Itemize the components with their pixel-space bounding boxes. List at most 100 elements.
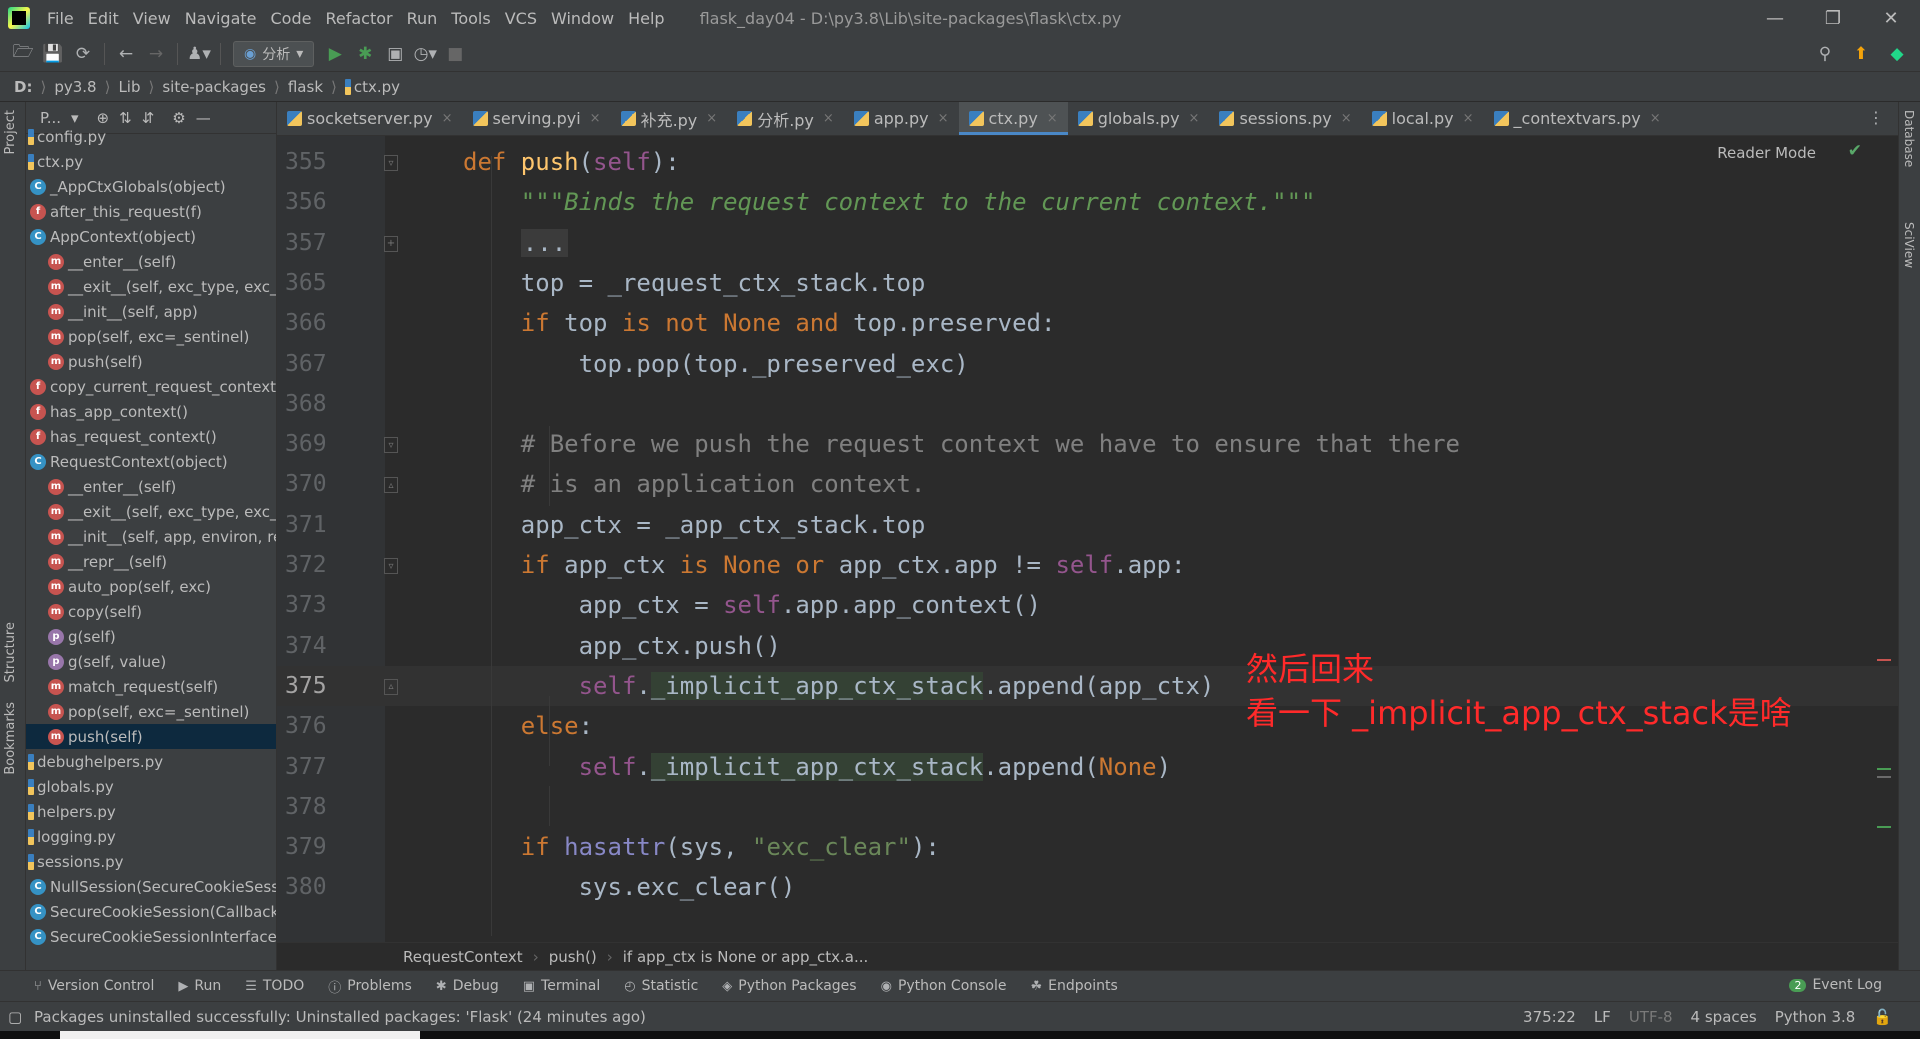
toolwindow-debug[interactable]: ✱ Debug	[436, 978, 499, 994]
tree-structure-item[interactable]: m pop(self, exc=_sentinel)	[26, 324, 276, 349]
sciview-tool-button[interactable]: SciView	[1902, 222, 1916, 268]
status-panel-icon[interactable]: ▢	[8, 1008, 22, 1026]
toolwindow-run[interactable]: ▶ Run	[178, 978, 221, 994]
tree-structure-item[interactable]: m push(self)	[26, 349, 276, 374]
menu-navigate[interactable]: Navigate	[178, 9, 264, 28]
tab----py[interactable]: 分析.py ×	[727, 102, 844, 135]
close-tab-icon[interactable]: ×	[706, 111, 717, 126]
update-icon[interactable]: ⬆	[1846, 40, 1876, 68]
fold-marker-icon[interactable]: ▿	[384, 558, 398, 574]
editor-breadcrumb-item[interactable]: if app_ctx is None or app_ctx.a...	[623, 948, 869, 966]
run-configuration-select[interactable]: ◉ 分析 ▾	[233, 40, 315, 67]
editor-breadcrumb-item[interactable]: RequestContext	[403, 948, 523, 966]
database-tool-button[interactable]: Database	[1902, 110, 1916, 167]
search-everywhere-icon[interactable]: ⚲	[1810, 40, 1840, 68]
open-folder-icon[interactable]: 🗁	[8, 40, 38, 68]
vcs-user-icon[interactable]: ♟▾	[184, 40, 214, 68]
tab-globals-py[interactable]: globals.py ×	[1068, 102, 1210, 135]
tab-app-py[interactable]: app.py ×	[844, 102, 959, 135]
breadcrumb-item[interactable]: Lib	[118, 78, 140, 96]
tree-structure-item[interactable]: m __repr__(self)	[26, 549, 276, 574]
tree-structure-item[interactable]: C NullSession(SecureCookieSess	[26, 874, 276, 899]
run-with-coverage-icon[interactable]: ▣	[380, 40, 410, 68]
tree-file-item[interactable]: ctx.py	[26, 149, 276, 174]
tree-structure-item[interactable]: m push(self)	[26, 724, 276, 749]
bookmarks-tool-button[interactable]: Bookmarks	[3, 702, 18, 775]
menu-edit[interactable]: Edit	[81, 9, 126, 28]
code-editor[interactable]: Reader Mode ✔ 354355▿def push(self):356 …	[277, 136, 1898, 942]
fold-marker-icon[interactable]: +	[384, 235, 398, 252]
tree-file-item[interactable]: helpers.py	[26, 799, 276, 824]
forward-icon[interactable]: →	[141, 40, 171, 68]
tree-structure-item[interactable]: f has_app_context()	[26, 399, 276, 424]
debug-icon[interactable]: ✱	[350, 40, 380, 68]
menu-window[interactable]: Window	[544, 9, 621, 28]
scrollbar-marker[interactable]	[1877, 776, 1891, 778]
more-tabs-icon[interactable]: ⋮	[1868, 108, 1884, 127]
close-tab-icon[interactable]: ×	[1341, 111, 1352, 126]
tab-local-py[interactable]: local.py ×	[1362, 102, 1484, 135]
menu-tools[interactable]: Tools	[444, 9, 497, 28]
jetbrains-toolbox-icon[interactable]: ◆	[1882, 40, 1912, 68]
toolwindow-todo[interactable]: ☰ TODO	[245, 978, 304, 994]
breadcrumb-item[interactable]: D:	[14, 78, 32, 96]
python-interpreter[interactable]: Python 3.8	[1775, 1008, 1856, 1026]
menu-file[interactable]: File	[40, 9, 81, 28]
fold-marker-icon[interactable]: ▵	[384, 678, 398, 695]
sync-icon[interactable]: ⟳	[68, 40, 98, 68]
breadcrumb-item[interactable]: py3.8	[54, 78, 96, 96]
editor-breadcrumb-item[interactable]: push()	[549, 948, 597, 966]
profile-icon[interactable]: ◷▾	[410, 40, 440, 68]
run-icon[interactable]: ▶	[320, 40, 350, 68]
menu-help[interactable]: Help	[621, 9, 671, 28]
tree-structure-item[interactable]: p g(self, value)	[26, 649, 276, 674]
tree-structure-item[interactable]: C SecureCookieSessionInterface	[26, 924, 276, 949]
indent-setting[interactable]: 4 spaces	[1691, 1008, 1757, 1026]
tree-structure-item[interactable]: m match_request(self)	[26, 674, 276, 699]
tree-file-item[interactable]: logging.py	[26, 824, 276, 849]
tree-file-item[interactable]: globals.py	[26, 774, 276, 799]
close-tab-icon[interactable]: ×	[590, 111, 601, 126]
tree-structure-item[interactable]: m __init__(self, app, environ, re	[26, 524, 276, 549]
tree-structure-item[interactable]: m __exit__(self, exc_type, exc_	[26, 274, 276, 299]
toolwindow-python-console[interactable]: ◉ Python Console	[881, 978, 1007, 994]
breadcrumb-item[interactable]: flask	[288, 78, 323, 96]
back-icon[interactable]: ←	[111, 40, 141, 68]
tree-structure-item[interactable]: C _AppCtxGlobals(object)	[26, 174, 276, 199]
tree-structure-item[interactable]: m __exit__(self, exc_type, exc_	[26, 499, 276, 524]
close-tab-icon[interactable]: ×	[1463, 111, 1474, 126]
caret-position[interactable]: 375:22	[1523, 1008, 1576, 1026]
toolwindow-statistic[interactable]: ◴ Statistic	[624, 978, 698, 994]
toolwindow-python-packages[interactable]: ◈ Python Packages	[722, 978, 856, 994]
tab-ctx-py[interactable]: ctx.py ×	[958, 102, 1068, 135]
tree-structure-item[interactable]: f has_request_context()	[26, 424, 276, 449]
close-tab-icon[interactable]: ×	[442, 111, 453, 126]
tab-serving-pyi[interactable]: serving.pyi ×	[463, 102, 611, 135]
structure-tool-button[interactable]: Structure	[3, 622, 18, 682]
tab----py[interactable]: 补充.py ×	[611, 102, 728, 135]
menu-vcs[interactable]: VCS	[498, 9, 544, 28]
close-tab-icon[interactable]: ×	[823, 111, 834, 126]
breadcrumb-item[interactable]: ctx.py	[354, 78, 400, 96]
tree-structure-item[interactable]: C RequestContext(object)	[26, 449, 276, 474]
file-encoding[interactable]: UTF-8	[1629, 1008, 1673, 1026]
toolwindow-version-control[interactable]: ⑂ Version Control	[34, 978, 154, 994]
event-log-button[interactable]: 2 Event Log	[1789, 977, 1882, 993]
tree-structure-item[interactable]: f after_this_request(f)	[26, 199, 276, 224]
close-tab-icon[interactable]: ×	[1189, 111, 1200, 126]
breadcrumb-item[interactable]: site-packages	[162, 78, 266, 96]
tab--contextvars-py[interactable]: _contextvars.py ×	[1484, 102, 1671, 135]
menu-view[interactable]: View	[126, 9, 178, 28]
close-icon[interactable]: ✕	[1862, 0, 1920, 36]
tree-structure-item[interactable]: C AppContext(object)	[26, 224, 276, 249]
stop-icon[interactable]: ■	[440, 40, 470, 68]
fold-marker-icon[interactable]: ▿	[384, 437, 398, 454]
close-tab-icon[interactable]: ×	[938, 111, 949, 126]
tree-file-item[interactable]: config.py	[26, 124, 276, 149]
tree-structure-item[interactable]: m pop(self, exc=_sentinel)	[26, 699, 276, 724]
tree-structure-item[interactable]: m __init__(self, app)	[26, 299, 276, 324]
tree-structure-item[interactable]: m __enter__(self)	[26, 474, 276, 499]
fold-marker-icon[interactable]: ▵	[384, 477, 398, 494]
tree-structure-item[interactable]: m copy(self)	[26, 599, 276, 624]
fold-marker-icon[interactable]: ▿	[384, 155, 398, 171]
